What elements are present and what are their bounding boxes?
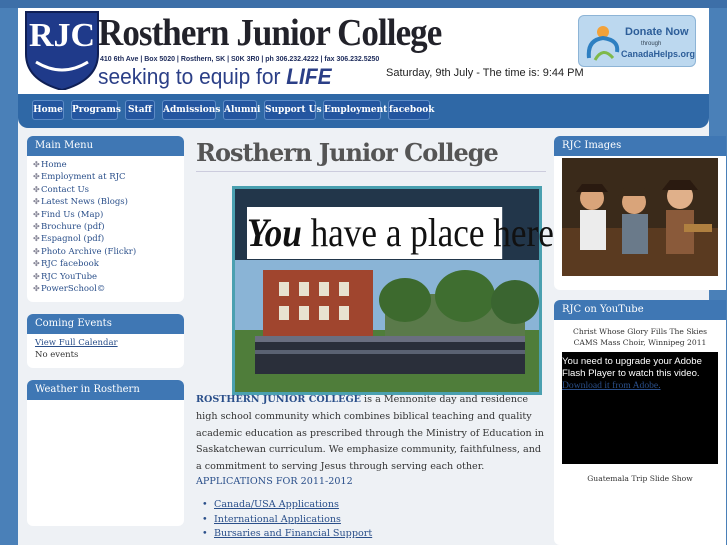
hero-caption-you: You [247, 210, 302, 255]
site-header: RJC Rosthern Junior College 410 6th Ave … [18, 8, 709, 98]
weather-title: Weather in Rosthern [27, 380, 184, 400]
leaf-icon: ✤ [33, 209, 40, 219]
rjc-logo[interactable]: RJC [22, 10, 102, 92]
menu-label: Home [41, 160, 67, 170]
youtube-title: RJC on YouTube [554, 300, 726, 320]
menu-item-home[interactable]: ✤Home [33, 159, 178, 171]
nav-employment[interactable]: Employment [323, 100, 387, 120]
hero-caption-rest: have a place here! [301, 210, 566, 255]
tagline: seeking to equip for LIFE [98, 64, 332, 90]
canada-usa-applications-link[interactable]: Canada/USA Applications [214, 498, 372, 513]
nav-admissions[interactable]: Admissions [162, 100, 220, 120]
main-menu-list: ✤Home ✤Employment at RJC ✤Contact Us ✤La… [27, 156, 184, 299]
menu-item-brochure[interactable]: ✤Brochure (pdf) [33, 221, 178, 233]
menu-label: Brochure (pdf) [41, 222, 105, 233]
rjc-images-title: RJC Images [554, 136, 726, 156]
menu-item-contact[interactable]: ✤Contact Us [33, 184, 178, 196]
donate-button[interactable]: Donate Now through CanadaHelps.org [578, 15, 696, 67]
menu-item-facebook[interactable]: ✤RJC facebook [33, 258, 178, 270]
main-content: Rosthern Junior College You have a place… [196, 136, 566, 539]
menu-label: Espagnol (pdf) [41, 234, 105, 245]
menu-item-youtube[interactable]: ✤RJC YouTube [33, 271, 178, 283]
menu-item-espagnol[interactable]: ✤Espagnol (pdf) [33, 233, 178, 245]
video-player[interactable]: You need to upgrade your Adobe Flash Pla… [562, 352, 718, 464]
video-caption-line1: Christ Whose Glory Fills The Skies [573, 327, 707, 336]
leaf-icon: ✤ [33, 172, 40, 182]
youtube-box: RJC on YouTube Christ Whose Glory Fills … [554, 300, 726, 545]
menu-label: RJC facebook [41, 259, 99, 270]
view-calendar-link[interactable]: View Full Calendar [35, 337, 176, 349]
leaf-icon: ✤ [33, 284, 40, 294]
top-strip [0, 0, 727, 8]
menu-label: Find Us (Map) [41, 209, 104, 220]
slideshow-caption[interactable]: Guatemala Trip Slide Show [554, 474, 726, 483]
international-applications-link[interactable]: International Applications [214, 513, 372, 528]
leaf-icon: ✤ [33, 234, 40, 244]
nav-staff[interactable]: Staff [125, 100, 155, 120]
no-events-text: No events [35, 350, 79, 360]
intro-paragraph: ROSTHERN JUNIOR COLLEGE is a Mennonite d… [196, 392, 546, 476]
menu-item-powerschool[interactable]: ✤PowerSchool© [33, 283, 178, 295]
events-box: Coming Events View Full Calendar No even… [27, 314, 184, 368]
flash-download-link[interactable]: Download it from Adobe. [562, 380, 718, 392]
menu-label: Photo Archive (Flickr) [41, 246, 137, 257]
nav-alumni[interactable]: Alumni [223, 100, 260, 120]
menu-label: Employment at RJC [41, 172, 126, 183]
applications-list: Canada/USA Applications International Ap… [214, 498, 372, 542]
bursaries-link[interactable]: Bursaries and Financial Support [214, 527, 372, 542]
donate-line2: through [641, 41, 662, 47]
tagline-emphasis: LIFE [286, 64, 332, 89]
donate-line1: Donate Now [625, 26, 689, 38]
intro-bold: ROSTHERN JUNIOR COLLEGE [196, 394, 361, 405]
main-menu-box: Main Menu ✤Home ✤Employment at RJC ✤Cont… [27, 136, 184, 302]
menu-label: Latest News (Blogs) [41, 197, 128, 208]
college-title: Rosthern Junior College [98, 12, 442, 54]
menu-item-map[interactable]: ✤Find Us (Map) [33, 209, 178, 221]
school-photo [235, 260, 539, 392]
tagline-prefix: seeking to equip for [98, 64, 281, 89]
leaf-icon: ✤ [33, 160, 40, 169]
leaf-icon: ✤ [33, 197, 40, 207]
logo-text: RJC [29, 17, 95, 54]
hero-image: You have a place here! [232, 186, 566, 395]
address-line: 410 6th Ave | Box 5020 | Rosthern, SK | … [100, 56, 380, 63]
hero-caption: You have a place here! [247, 207, 566, 259]
menu-item-news[interactable]: ✤Latest News (Blogs) [33, 196, 178, 208]
donate-line3: CanadaHelps.org [621, 49, 696, 59]
canadahelps-icon [586, 26, 620, 61]
intro-rest: is a Mennonite day and residence high sc… [196, 394, 544, 473]
nav-support-us[interactable]: Support Us [264, 100, 322, 120]
main-nav: Home Programs Staff Admissions Alumni Su… [18, 94, 709, 128]
leaf-icon: ✤ [33, 271, 40, 281]
nav-facebook[interactable]: facebook [388, 100, 434, 120]
datetime-display: Saturday, 9th July - The time is: 9:44 P… [386, 67, 584, 79]
main-menu-title: Main Menu [27, 136, 184, 156]
weather-box: Weather in Rosthern [27, 380, 184, 526]
leaf-icon: ✤ [33, 222, 40, 232]
nav-home[interactable]: Home [32, 100, 64, 120]
events-title: Coming Events [27, 314, 184, 334]
rjc-images-box: RJC Images [554, 136, 726, 290]
right-sidebar: RJC Images RJC on YouTube Christ Whose G… [554, 136, 726, 545]
video-caption: Christ Whose Glory Fills The Skies CAMS … [554, 326, 726, 348]
nav-programs[interactable]: Programs [71, 100, 121, 120]
page-title: Rosthern Junior College [196, 136, 546, 172]
leaf-icon: ✤ [33, 259, 40, 269]
menu-item-photos[interactable]: ✤Photo Archive (Flickr) [33, 246, 178, 258]
flash-upgrade-message: You need to upgrade your Adobe Flash Pla… [562, 356, 702, 379]
menu-label: PowerSchool© [41, 284, 106, 295]
menu-item-employment[interactable]: ✤Employment at RJC [33, 171, 178, 183]
menu-label: Contact Us [41, 184, 89, 195]
left-sidebar: Main Menu ✤Home ✤Employment at RJC ✤Cont… [27, 136, 184, 538]
leaf-icon: ✤ [33, 184, 40, 194]
menu-label: RJC YouTube [41, 271, 98, 282]
leaf-icon: ✤ [33, 246, 40, 256]
applications-title: APPLICATIONS FOR 2011-2012 [196, 476, 353, 487]
video-caption-line2: CAMS Mass Choir, Winnipeg 2011 [573, 338, 707, 347]
performance-photo[interactable] [562, 158, 718, 276]
